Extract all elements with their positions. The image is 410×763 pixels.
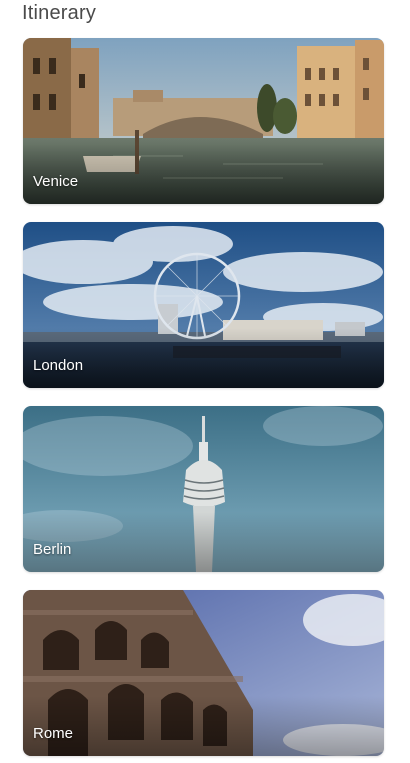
- itinerary-card-berlin[interactable]: Berlin: [23, 406, 384, 572]
- card-title: Rome: [33, 725, 74, 742]
- label-shade: [23, 512, 384, 572]
- card-title: London: [33, 357, 84, 374]
- itinerary-card-rome[interactable]: Rome: [23, 590, 384, 756]
- card-title: Berlin: [33, 541, 72, 558]
- itinerary-card-london[interactable]: London: [23, 222, 384, 388]
- label-shade: [23, 696, 384, 756]
- page-title: Itinerary: [22, 2, 97, 24]
- card-title: Venice: [33, 173, 79, 190]
- itinerary-card-venice[interactable]: Venice: [23, 38, 384, 204]
